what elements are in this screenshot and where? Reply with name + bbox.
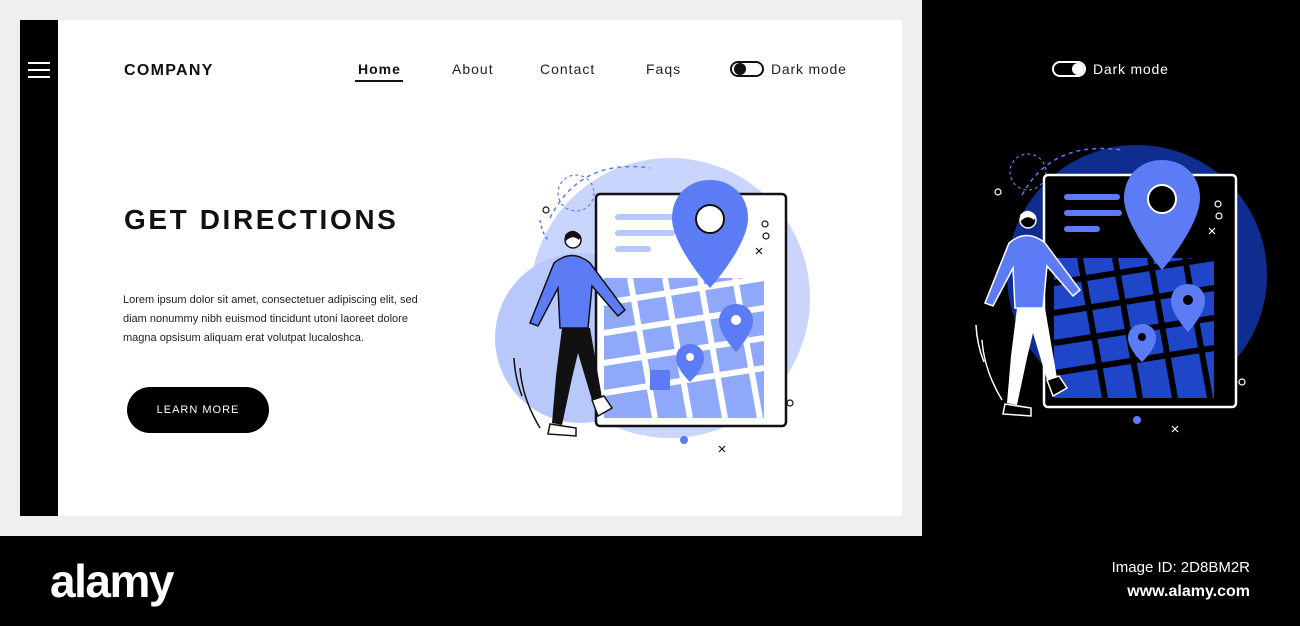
dark-mode-preview: Dark mode bbox=[922, 0, 1300, 536]
directions-illustration bbox=[495, 158, 810, 453]
watermark-logo: alamy bbox=[50, 555, 174, 607]
hamburger-icon[interactable] bbox=[28, 62, 50, 80]
dark-mode-toggle[interactable] bbox=[730, 61, 764, 77]
dark-mode-label: Dark mode bbox=[1093, 61, 1169, 77]
nav-contact[interactable]: Contact bbox=[540, 61, 595, 77]
watermark-bar: alamy Image ID: 2D8BM2R www.alamy.com bbox=[0, 536, 1300, 626]
learn-more-button[interactable]: LEARN MORE bbox=[127, 387, 269, 433]
hero-title: GET DIRECTIONS bbox=[124, 204, 399, 235]
watermark-image-id: Image ID: 2D8BM2R bbox=[1111, 559, 1250, 576]
hero-body: Lorem ipsum dolor sit amet, consectetuer… bbox=[123, 294, 418, 344]
toggle-knob bbox=[734, 63, 746, 75]
side-rail bbox=[20, 20, 58, 516]
watermark-url: www.alamy.com bbox=[1127, 583, 1250, 600]
landing-page: COMPANY Home About Contact Faqs Dark mod… bbox=[20, 20, 902, 516]
nav-home[interactable]: Home bbox=[358, 61, 401, 77]
brand-logo[interactable]: COMPANY bbox=[124, 62, 214, 80]
nav-about[interactable]: About bbox=[452, 61, 494, 77]
toggle-knob bbox=[1072, 63, 1084, 75]
directions-illustration-dark bbox=[975, 145, 1267, 433]
nav-faqs[interactable]: Faqs bbox=[646, 61, 681, 77]
dark-mode-label: Dark mode bbox=[771, 61, 847, 77]
nav-active-underline bbox=[355, 80, 403, 82]
dark-mode-toggle-on[interactable] bbox=[1052, 61, 1086, 77]
